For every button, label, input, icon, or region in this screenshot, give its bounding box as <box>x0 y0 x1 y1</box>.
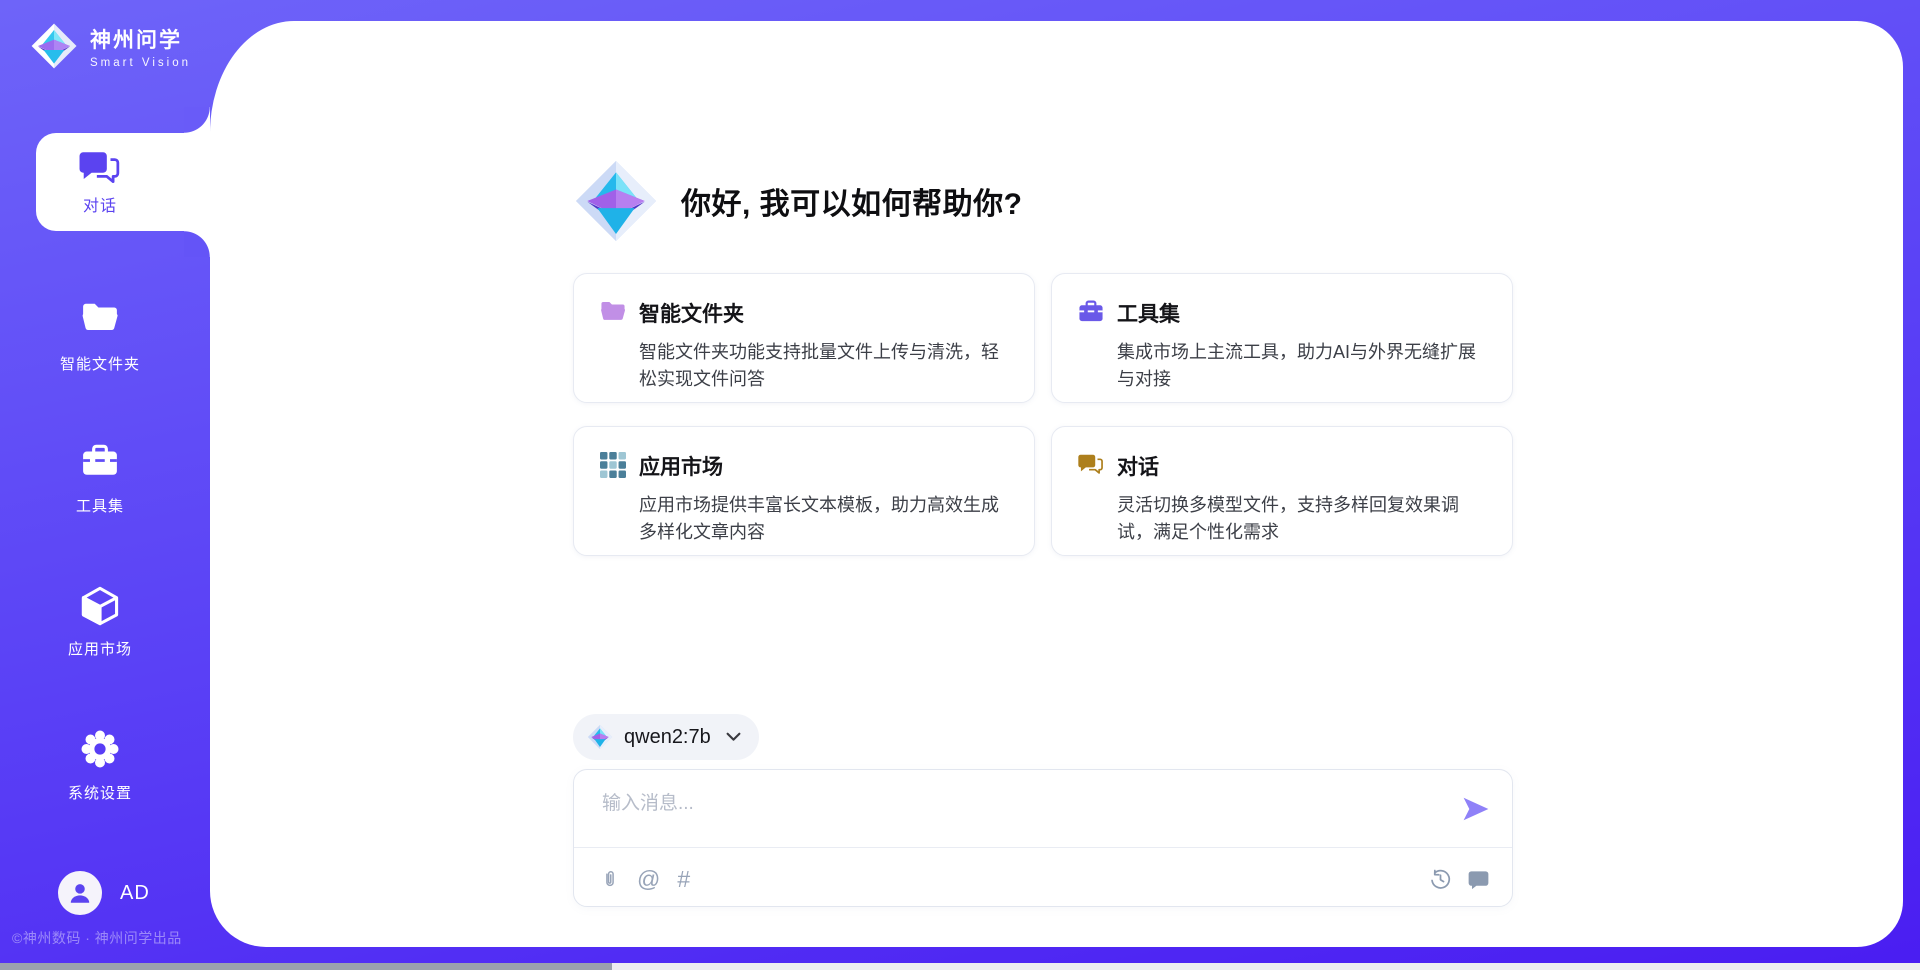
attach-button[interactable] <box>600 867 620 891</box>
send-icon <box>1462 796 1490 822</box>
card-description: 灵活切换多模型文件，支持多样回复效果调试，满足个性化需求 <box>1117 492 1490 546</box>
toolbox-icon <box>1078 299 1104 402</box>
horizontal-scrollbar <box>0 963 1920 970</box>
comment-icon <box>1467 868 1490 891</box>
app-title: 神州问学 <box>90 24 191 54</box>
sidebar: 神州问学 Smart Vision 对话 智能文件夹 <box>0 0 210 970</box>
card-description: 智能文件夹功能支持批量文件上传与清洗，轻松实现文件问答 <box>639 339 1012 393</box>
app-brand: 神州问学 Smart Vision <box>30 22 191 70</box>
greeting-gem-icon <box>573 158 659 244</box>
sidebar-item-smart-folder[interactable]: 智能文件夹 <box>0 300 200 374</box>
card-chat[interactable]: 对话 灵活切换多模型文件，支持多样回复效果调试，满足个性化需求 <box>1051 426 1513 556</box>
sidebar-item-label: 系统设置 <box>0 782 200 803</box>
cube-icon <box>80 585 120 625</box>
gem-icon <box>587 724 613 750</box>
copyright-text: ©神州数码 · 神州问学出品 <box>12 928 212 948</box>
chat-icon <box>36 149 164 187</box>
card-toolbox[interactable]: 工具集 集成市场上主流工具，助力AI与外界无缝扩展与对接 <box>1051 273 1513 403</box>
main-panel: 你好, 我可以如何帮助你? 智能文件夹 智能文件夹功能支持批量文件上传与清洗，轻… <box>210 21 1903 947</box>
message-input[interactable] <box>602 788 1432 840</box>
brand-gem-icon <box>30 22 78 70</box>
sidebar-item-settings[interactable]: 系统设置 <box>0 729 200 803</box>
greeting-title: 你好, 我可以如何帮助你? <box>681 179 1023 223</box>
comment-button[interactable] <box>1467 868 1490 891</box>
avatar <box>58 871 102 915</box>
card-title: 对话 <box>1117 451 1490 481</box>
sidebar-item-app-market[interactable]: 应用市场 <box>0 585 200 659</box>
hash-button[interactable]: # <box>677 868 690 891</box>
card-app-market[interactable]: 应用市场 应用市场提供丰富长文本模板，助力高效生成多样化文章内容 <box>573 426 1035 556</box>
card-smart-folder[interactable]: 智能文件夹 智能文件夹功能支持批量文件上传与清洗，轻松实现文件问答 <box>573 273 1035 403</box>
card-description: 集成市场上主流工具，助力AI与外界无缝扩展与对接 <box>1117 339 1490 393</box>
user-account[interactable]: AD <box>58 871 150 915</box>
history-icon <box>1429 868 1452 891</box>
scrollbar-thumb[interactable] <box>0 963 612 970</box>
mention-icon: @ <box>637 868 660 891</box>
greeting: 你好, 我可以如何帮助你? <box>573 158 1023 244</box>
sidebar-item-chat[interactable]: 对话 <box>36 133 210 231</box>
card-title: 智能文件夹 <box>639 298 1012 328</box>
hash-icon: # <box>677 868 690 891</box>
message-composer: @ # <box>573 769 1513 907</box>
user-name: AD <box>120 882 150 905</box>
sidebar-item-label: 对话 <box>36 192 164 216</box>
feature-cards: 智能文件夹 智能文件夹功能支持批量文件上传与清洗，轻松实现文件问答 <box>573 273 1513 556</box>
chevron-down-icon <box>726 732 741 742</box>
model-selector[interactable]: qwen2:7b <box>573 714 759 760</box>
grid-icon <box>600 452 626 555</box>
gear-icon <box>80 729 120 769</box>
sidebar-item-label: 应用市场 <box>0 638 200 659</box>
history-button[interactable] <box>1429 868 1452 891</box>
toolbox-icon <box>81 442 119 482</box>
sidebar-item-label: 工具集 <box>0 495 200 516</box>
app-subtitle: Smart Vision <box>90 57 191 69</box>
card-title: 应用市场 <box>639 451 1012 481</box>
sidebar-item-label: 智能文件夹 <box>0 353 200 374</box>
person-icon <box>67 880 93 906</box>
composer-divider <box>574 847 1512 848</box>
chat-icon <box>1078 452 1104 555</box>
card-description: 应用市场提供丰富长文本模板，助力高效生成多样化文章内容 <box>639 492 1012 546</box>
send-button[interactable] <box>1462 796 1490 822</box>
sidebar-item-toolbox[interactable]: 工具集 <box>0 442 200 516</box>
mention-button[interactable]: @ <box>637 868 660 891</box>
folder-icon <box>81 300 119 340</box>
card-title: 工具集 <box>1117 298 1490 328</box>
folder-icon <box>600 299 626 402</box>
model-name: qwen2:7b <box>624 726 711 749</box>
attach-icon <box>600 867 620 891</box>
